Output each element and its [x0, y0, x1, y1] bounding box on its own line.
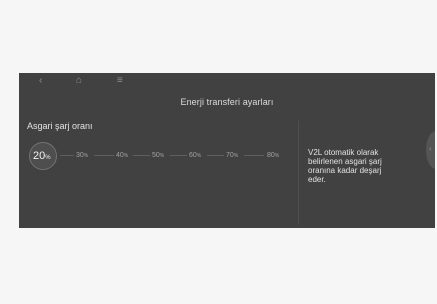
charge-option-value: 50	[152, 152, 160, 159]
charge-option-20[interactable]: 20%	[33, 147, 51, 167]
menu-icon[interactable]: ≡	[117, 75, 123, 87]
minimum-charge-label: Asgari şarj oranı	[27, 121, 93, 131]
charge-option-30[interactable]: 30%	[76, 150, 88, 162]
charge-option-value: 80	[267, 152, 275, 159]
charge-option-value: 20	[33, 150, 46, 162]
slider-track-segment	[244, 155, 264, 156]
chevron-left-icon: ‹	[429, 144, 432, 153]
charge-option-80[interactable]: 80%	[267, 150, 279, 162]
v2l-info-text: V2L otomatik olarak belirlenen asgari şa…	[308, 148, 382, 184]
charge-option-value: 40	[116, 152, 124, 159]
slider-track-segment	[94, 155, 114, 156]
percent-unit: %	[123, 153, 129, 159]
charge-option-50[interactable]: 50%	[152, 150, 164, 162]
slider-track-segment	[133, 155, 150, 156]
back-arrow-icon[interactable]: ‹	[39, 75, 42, 87]
home-icon[interactable]: ⌂	[76, 75, 82, 87]
percent-unit: %	[233, 153, 239, 159]
charge-option-value: 60	[189, 152, 197, 159]
slider-track-segment	[170, 155, 187, 156]
percent-unit: %	[83, 153, 89, 159]
top-nav-bar: ‹ ⌂ ≡	[19, 73, 435, 89]
minimum-charge-slider[interactable]: 20% 30% 40% 50% 60% 70% 80%	[29, 142, 294, 170]
charge-setting-panel: Asgari şarj oranı 20% 30% 40% 50% 60% 70…	[19, 115, 298, 228]
charge-option-60[interactable]: 60%	[189, 150, 201, 162]
percent-unit: %	[196, 153, 202, 159]
slider-track-segment	[207, 155, 224, 156]
slider-track-segment	[60, 155, 74, 156]
charge-option-value: 30	[76, 152, 84, 159]
page-title: Enerji transferi ayarları	[180, 97, 274, 107]
panel-divider	[298, 121, 299, 225]
charge-option-value: 70	[226, 152, 234, 159]
percent-unit: %	[45, 155, 51, 161]
percent-unit: %	[159, 153, 165, 159]
charge-option-40[interactable]: 40%	[116, 150, 128, 162]
charge-option-70[interactable]: 70%	[226, 150, 238, 162]
percent-unit: %	[274, 153, 280, 159]
infotainment-screen: ‹ ⌂ ≡ Enerji transferi ayarları Asgari ş…	[19, 73, 435, 228]
page: ‹ ⌂ ≡ Enerji transferi ayarları Asgari ş…	[0, 0, 437, 304]
